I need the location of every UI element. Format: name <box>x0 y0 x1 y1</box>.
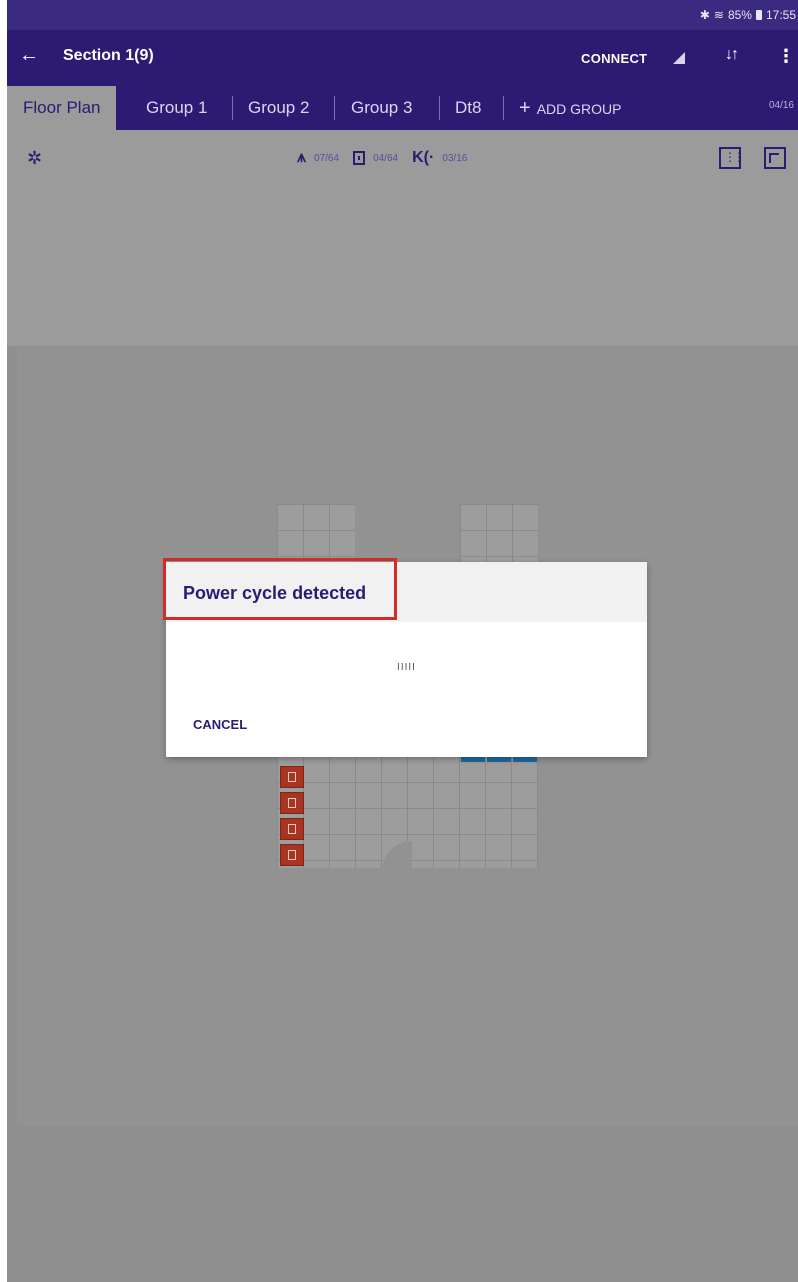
canvas-margin <box>7 186 798 346</box>
page-title: Section 1(9) <box>63 47 154 64</box>
clock: 17:55 <box>765 8 796 22</box>
tab-divider <box>334 96 335 120</box>
tab-group-2[interactable]: Group 2 <box>248 86 309 130</box>
cancel-button[interactable]: CANCEL <box>193 717 247 732</box>
status-right: ✱ ≋ 85% 17:55 <box>700 8 796 22</box>
sort-icon[interactable]: ↓↑ <box>725 46 739 64</box>
switches-count: 04/64 <box>373 152 399 164</box>
more-vert-icon[interactable]: ⋮ <box>777 46 795 67</box>
sensor-icon: K(· <box>412 149 435 166</box>
switch-fixture[interactable] <box>280 844 304 866</box>
light-icon: ⩚ <box>297 149 307 166</box>
battery-level: 85% <box>727 8 752 22</box>
signal-icon <box>673 52 685 64</box>
add-group-button[interactable]: + ADD GROUP <box>519 86 621 130</box>
tab-group-1[interactable]: Group 1 <box>146 86 207 130</box>
tab-floor-plan[interactable]: Floor Plan <box>7 86 117 130</box>
tab-divider <box>503 96 504 120</box>
wifi-icon: ≋ <box>713 8 724 22</box>
status-bar: ✱ ≋ 85% 17:55 <box>7 0 798 30</box>
grid-select-icon[interactable] <box>719 147 742 169</box>
switch-fixture[interactable] <box>280 818 304 840</box>
lights-count: 07/64 <box>314 152 340 164</box>
tab-divider <box>232 96 233 120</box>
power-cycle-dialog: Power cycle detected IIIII CANCEL <box>163 558 647 757</box>
dialog-progress: IIIII <box>397 662 416 673</box>
switch-fixture[interactable] <box>280 792 304 814</box>
app-screen: ✱ ≋ 85% 17:55 ← Section 1(9) CONNECT ↓↑ … <box>7 0 798 1282</box>
battery-icon <box>755 10 762 20</box>
top-app-bar: ← Section 1(9) CONNECT ↓↑ ⋮ <box>7 30 798 86</box>
tab-group-3[interactable]: Group 3 <box>351 86 412 130</box>
page-count: 04/16 <box>768 100 794 111</box>
device-counts: ⩚ 07/64 04/64 K(· 03/16 <box>297 149 473 167</box>
tab-dt8[interactable]: Dt8 <box>455 86 481 130</box>
floor-plan-room <box>277 504 355 564</box>
bluetooth-icon: ✱ <box>699 8 710 22</box>
connect-button[interactable]: CONNECT <box>581 51 647 66</box>
switch-icon <box>353 151 366 165</box>
floor-plan-toolbar: ✲ ⩚ 07/64 04/64 K(· 03/16 <box>7 130 798 186</box>
gear-icon[interactable]: ✲ <box>27 148 42 169</box>
floor-plan-room <box>460 504 538 564</box>
highlight-box <box>163 558 397 620</box>
switch-fixture[interactable] <box>280 766 304 788</box>
edit-icon[interactable] <box>764 147 786 169</box>
sensors-count: 03/16 <box>442 152 468 164</box>
tab-divider <box>439 96 440 120</box>
plus-icon: + <box>519 97 531 119</box>
tab-bar: Floor Plan Group 1 Group 2 Group 3 Dt8 +… <box>7 86 798 130</box>
back-arrow-icon[interactable]: ← <box>19 44 39 67</box>
add-group-label: ADD GROUP <box>536 101 622 117</box>
